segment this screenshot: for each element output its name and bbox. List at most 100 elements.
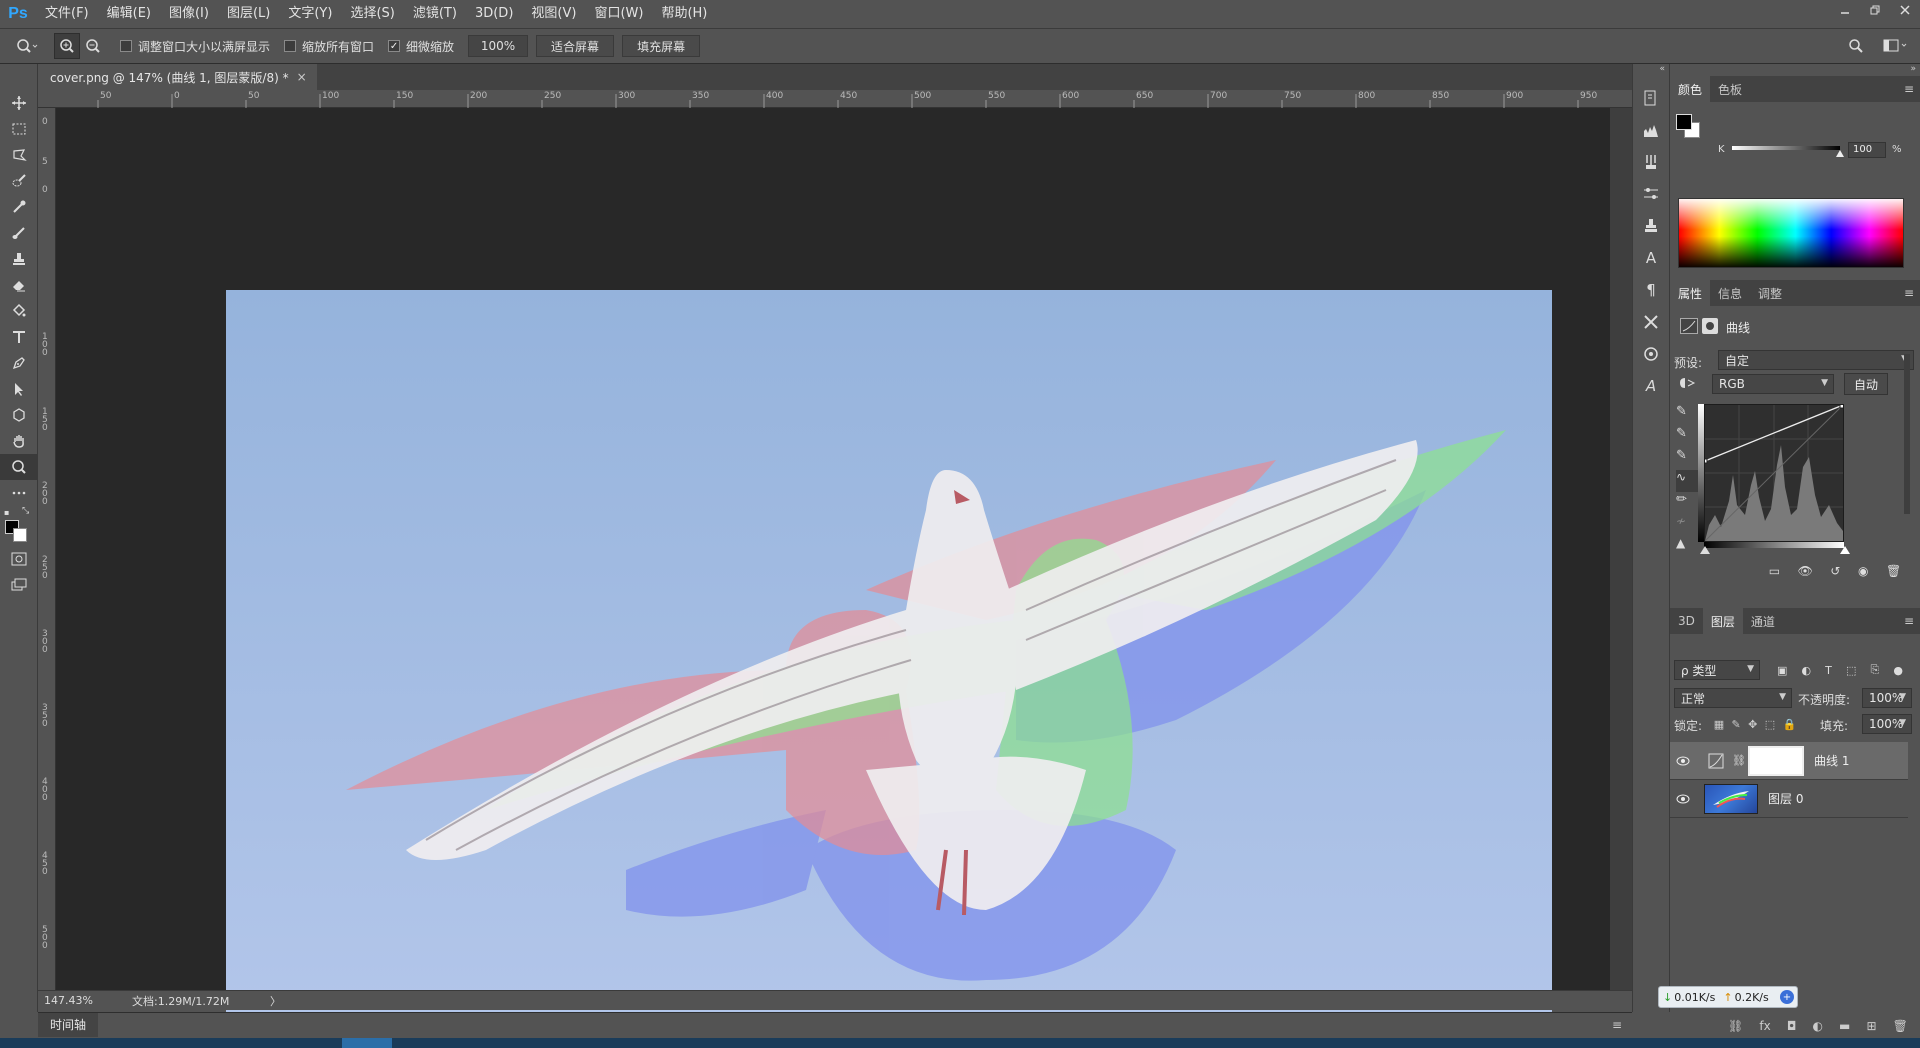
menu-select[interactable]: 选择(S): [341, 0, 403, 28]
menu-image[interactable]: 图像(I): [160, 0, 218, 28]
properties-panel-menu-icon[interactable]: ≡: [1904, 286, 1914, 300]
search-icon[interactable]: [1848, 38, 1864, 57]
link-layers-icon[interactable]: ⛓: [1728, 1019, 1743, 1033]
marquee-tool-icon[interactable]: [0, 116, 38, 142]
menu-window[interactable]: 窗口(W): [585, 0, 652, 28]
auto-button[interactable]: 自动: [1844, 373, 1888, 395]
color-spectrum-ramp[interactable]: [1678, 198, 1904, 268]
menu-file[interactable]: 文件(F): [36, 0, 98, 28]
expand-panels-icon[interactable]: »: [1910, 64, 1916, 74]
layer-row-curves[interactable]: ⛓ 曲线 1: [1670, 742, 1908, 780]
tab-info[interactable]: 信息: [1710, 280, 1750, 306]
gray-point-eyedropper-icon[interactable]: ✎: [1676, 426, 1700, 448]
lock-transparent-icon[interactable]: ▦: [1714, 718, 1724, 731]
properties-scrollbar[interactable]: [1904, 354, 1910, 514]
clip-to-layer-icon[interactable]: ▭: [1769, 564, 1780, 584]
white-point-eyedropper-icon[interactable]: ✎: [1676, 448, 1700, 470]
paragraph-icon[interactable]: ¶: [1633, 274, 1669, 306]
lock-all-icon[interactable]: 🔒: [1783, 718, 1797, 731]
brush-settings-icon[interactable]: [1633, 178, 1669, 210]
zoom-tool-preset-icon[interactable]: [14, 33, 40, 59]
lock-position-icon[interactable]: ✥: [1748, 718, 1757, 731]
default-colors-icon[interactable]: ▪: [4, 508, 9, 517]
zoom-status[interactable]: 147.43%: [44, 994, 124, 1007]
menu-edit[interactable]: 编辑(E): [98, 0, 160, 28]
menu-3d[interactable]: 3D(D): [466, 0, 522, 28]
paint-bucket-tool-icon[interactable]: [0, 298, 38, 324]
timeline-tab[interactable]: 时间轴: [38, 1012, 99, 1037]
status-menu-arrow[interactable]: 〉: [270, 993, 281, 1009]
blend-mode-dropdown[interactable]: 正常 ▼: [1674, 688, 1792, 708]
layer-mask-properties-icon[interactable]: [1702, 318, 1718, 334]
taskbar-active-app[interactable]: [342, 1038, 392, 1048]
menu-type[interactable]: 文字(Y): [279, 0, 341, 28]
white-point-slider[interactable]: [1840, 546, 1850, 554]
on-image-adjust-icon[interactable]: [1676, 374, 1700, 394]
path-selection-tool-icon[interactable]: [0, 376, 38, 402]
reset-adjustment-icon[interactable]: ↺: [1830, 564, 1840, 584]
add-mask-icon[interactable]: ◘: [1787, 1019, 1797, 1033]
view-previous-state-icon[interactable]: 👁: [1798, 564, 1813, 584]
zoom-all-option[interactable]: 缩放所有窗口: [284, 38, 374, 55]
black-point-eyedropper-icon[interactable]: ✎: [1676, 404, 1700, 426]
eraser-tool-icon[interactable]: [0, 272, 38, 298]
clipping-warning-icon[interactable]: ▲: [1676, 536, 1700, 558]
layer-filter-dropdown[interactable]: ρ 类型 ▼: [1674, 660, 1760, 680]
color-value-field[interactable]: 100: [1848, 142, 1886, 158]
close-icon[interactable]: [1890, 0, 1920, 20]
mask-link-icon[interactable]: ⛓: [1732, 754, 1746, 767]
menu-view[interactable]: 视图(V): [522, 0, 585, 28]
new-layer-icon[interactable]: ⊞: [1866, 1019, 1876, 1033]
preset-dropdown[interactable]: 自定▼: [1718, 350, 1914, 370]
layer-style-icon[interactable]: fx: [1759, 1019, 1770, 1033]
tab-layers[interactable]: 图层: [1702, 608, 1743, 634]
eyedropper-tool-icon[interactable]: [0, 194, 38, 220]
lock-artboard-icon[interactable]: ⬚: [1765, 718, 1775, 731]
restore-icon[interactable]: [1860, 0, 1890, 20]
opacity-field[interactable]: 100% ▼: [1862, 688, 1912, 708]
menu-help[interactable]: 帮助(H): [652, 0, 716, 28]
curve-pencil-icon[interactable]: ✏: [1676, 492, 1700, 514]
tab-channels[interactable]: 通道: [1743, 608, 1783, 634]
menu-layer[interactable]: 图层(L): [218, 0, 279, 28]
fit-screen-button[interactable]: 适合屏幕: [536, 35, 615, 57]
3d-materials-icon[interactable]: [1633, 338, 1669, 370]
eye-icon[interactable]: [1670, 794, 1696, 804]
layer-row-image[interactable]: 图层 0: [1670, 780, 1908, 818]
zoom-in-icon[interactable]: [54, 33, 80, 59]
brush-tool-icon[interactable]: [0, 220, 38, 246]
background-color-swatch[interactable]: [13, 528, 27, 542]
document-tab[interactable]: cover.png @ 147% (曲线 1, 图层蒙版/8) * ×: [38, 64, 317, 90]
layer-name[interactable]: 曲线 1: [1814, 752, 1849, 769]
curves-adjustment-icon[interactable]: [1680, 318, 1698, 334]
glyphs-icon[interactable]: A: [1633, 370, 1669, 402]
filter-toggle-icon[interactable]: ●: [1893, 664, 1903, 677]
eye-icon[interactable]: [1670, 756, 1696, 766]
tab-swatches[interactable]: 色板: [1710, 76, 1750, 102]
quick-mask-icon[interactable]: [0, 546, 38, 572]
screen-mode-icon[interactable]: [0, 572, 38, 598]
layers-panel-menu-icon[interactable]: ≡: [1904, 614, 1914, 628]
zoom-tool-icon[interactable]: [0, 454, 38, 480]
hand-tool-icon[interactable]: [0, 428, 38, 454]
text-tool-icon[interactable]: [0, 324, 38, 350]
filter-adjustment-icon[interactable]: ◐: [1802, 664, 1812, 677]
filter-type-icon[interactable]: T: [1825, 664, 1832, 677]
color-swatches[interactable]: ▪ ⤡: [0, 506, 37, 546]
resize-windows-checkbox[interactable]: [120, 40, 132, 52]
black-point-slider[interactable]: [1700, 546, 1710, 554]
histogram-icon[interactable]: [1633, 114, 1669, 146]
color-slider-handle[interactable]: [1836, 150, 1844, 157]
filter-pixel-icon[interactable]: ▣: [1777, 664, 1787, 677]
lasso-tool-icon[interactable]: [0, 142, 38, 168]
layer-mask-thumbnail[interactable]: [1748, 745, 1804, 776]
layer-name[interactable]: 图层 0: [1768, 790, 1803, 807]
lock-image-icon[interactable]: ✎: [1732, 718, 1741, 731]
more-tools-icon[interactable]: [0, 480, 38, 506]
delete-layer-icon[interactable]: 🗑: [1893, 1019, 1908, 1033]
canvas-workspace[interactable]: [56, 108, 1610, 1026]
new-adjustment-layer-icon[interactable]: ◐: [1812, 1019, 1822, 1033]
tab-color[interactable]: 颜色: [1670, 76, 1711, 102]
collapse-dock-icon[interactable]: «: [1633, 64, 1669, 82]
tab-adjustments[interactable]: 调整: [1750, 280, 1790, 306]
